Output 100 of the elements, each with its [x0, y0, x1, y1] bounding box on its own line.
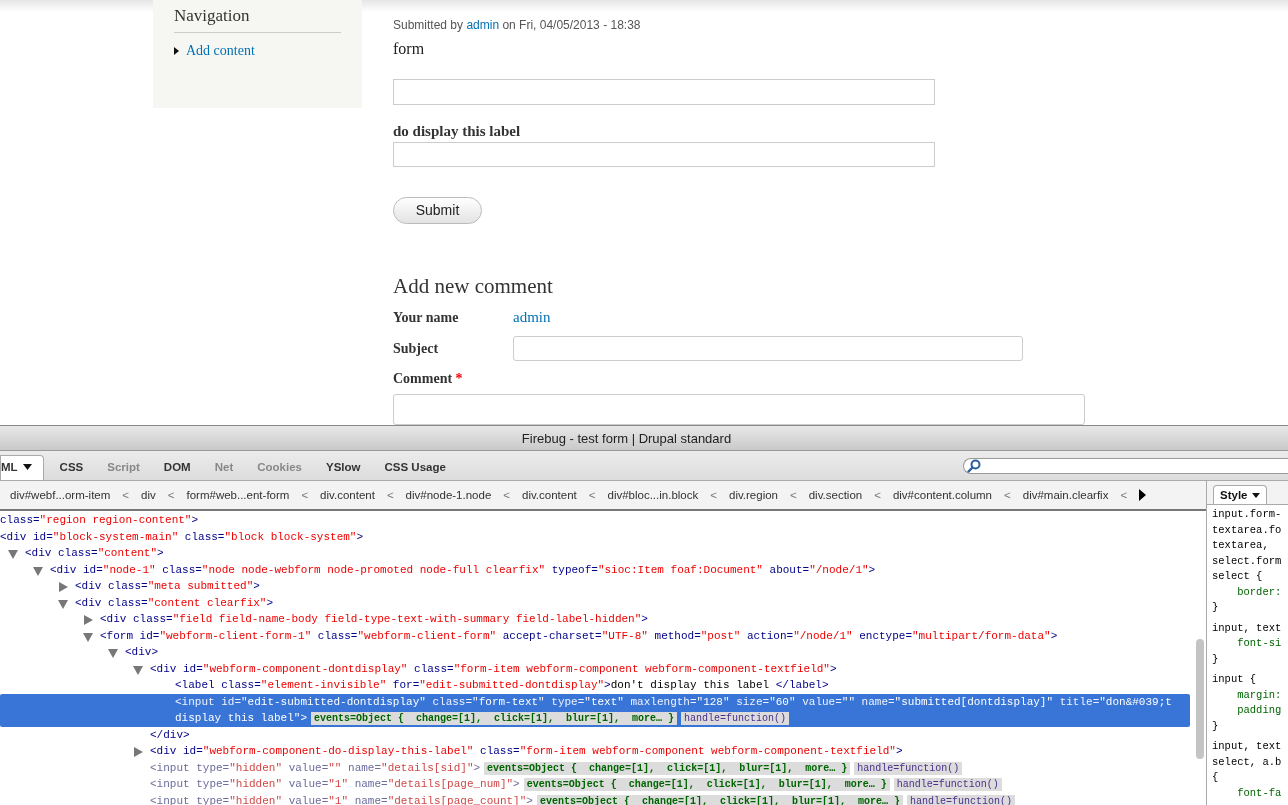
markup-line: <input type="hidden" value="" name="details[sid]">: [150, 761, 481, 774]
css-line: {: [1212, 770, 1220, 785]
scrollbar-thumb[interactable]: [1196, 639, 1204, 759]
field-label: Comment *: [393, 371, 463, 387]
breadcrumb-item[interactable]: div.content: [320, 489, 375, 501]
breadcrumb-item[interactable]: div: [141, 489, 156, 501]
breadcrumb-item[interactable]: div.content: [522, 489, 577, 501]
nav-link[interactable]: Add content: [186, 43, 255, 59]
side-panel-tab[interactable]: Style: [1213, 485, 1267, 504]
author-link[interactable]: admin: [466, 18, 500, 32]
event-tag[interactable]: handle=function(): [854, 761, 963, 775]
event-tag[interactable]: events=Object { change=[1], click=[1], blur=[1], more… }: [311, 712, 678, 725]
css-line: input.form-: [1212, 507, 1283, 522]
panel-tab[interactable]: ML: [0, 455, 44, 480]
expanded-triangle-icon[interactable]: [108, 648, 118, 658]
css-line: select {: [1212, 569, 1264, 584]
markup-line: class="region region-content">: [0, 514, 199, 526]
breadcrumb-separator: <: [873, 489, 882, 501]
triangle-bullet-icon: [174, 47, 179, 55]
breadcrumb-separator: <: [587, 489, 597, 501]
section-heading: Add new comment: [393, 274, 553, 299]
css-line: input, text: [1212, 739, 1283, 754]
field-label: Your name: [393, 309, 460, 326]
markup-line: <div id="node-1" class="node node-webform node-promoted node-full clearfix" typeof="sioc:Item foaf:Document" about="/node/1">: [50, 563, 876, 576]
event-tag[interactable]: events=Object { change=[1], click=[1], blur=[1], more… }: [484, 761, 851, 775]
markup-line: </div>: [150, 728, 190, 741]
selected-tree-row[interactable]: [0, 693, 1190, 727]
markup-line: <div class="meta submitted">: [75, 580, 260, 592]
collapsed-triangle-icon[interactable]: [83, 615, 93, 625]
panel-tab[interactable]: CSS Usage: [372, 455, 458, 480]
markup-line: <label class="element-invisible" for="edit-submitted-dontdisplay">don't display this label </label>: [175, 679, 829, 691]
window-title: Firebug - test form | Drupal standard: [0, 426, 1288, 451]
markup-line: display this label">: [175, 712, 308, 724]
breadcrumb-item[interactable]: div#content.column: [892, 489, 992, 501]
css-line: margin:: [1236, 687, 1283, 703]
expanded-triangle-icon[interactable]: [58, 598, 68, 609]
css-line: padding: [1236, 703, 1283, 718]
breadcrumb-separator: <: [300, 489, 310, 501]
markup-line: <div class="content">: [25, 547, 164, 559]
submit-button[interactable]: Submit: [393, 196, 482, 224]
expanded-triangle-icon[interactable]: [83, 631, 93, 642]
breadcrumb-item[interactable]: form#web...ent-form: [186, 489, 290, 501]
event-tag[interactable]: handle=function(): [681, 712, 790, 725]
caret-icon: [1251, 492, 1260, 498]
block-title: Navigation: [174, 6, 341, 33]
breadcrumb-item[interactable]: div#webf...orm-item: [10, 489, 111, 501]
breadcrumb-separator: <: [1003, 489, 1012, 501]
submitted-line: Submitted by admin on Fri, 04/05/2013 - 18:38: [393, 18, 641, 32]
breadcrumb-separator: <: [709, 489, 718, 501]
markup-line: <div id="webform-component-do-display-this-label" class="form-item webform-component webform-component-textfield">: [150, 745, 903, 757]
event-tag[interactable]: handle=function(): [893, 778, 1002, 791]
caret-icon: [22, 464, 32, 470]
css-line: font-fa: [1236, 785, 1283, 801]
panel-tab[interactable]: CSS: [47, 455, 96, 480]
author-link[interactable]: admin: [513, 309, 551, 326]
breadcrumb-separator: <: [789, 489, 798, 501]
expanded-triangle-icon[interactable]: [33, 565, 43, 576]
markup-line: <div class="field field-name-body field-type-text-with-summary field-label-hidden">: [100, 613, 648, 625]
subject-field[interactable]: [513, 336, 1023, 361]
input-field[interactable]: [393, 141, 935, 167]
breadcrumb-item[interactable]: div#main.clearfix: [1022, 489, 1109, 501]
markup-line: <input id="edit-submitted-dontdisplay" class="form-text" type="text" maxlength="128" size="60" value="" name="submitted[dontdisplay]" title="don&#039;t: [175, 695, 1172, 708]
event-tag[interactable]: events=Object { change=[1], click=[1], blur=[1], more… }: [536, 794, 903, 805]
css-line: input, text: [1212, 620, 1283, 636]
css-line: textarea.fo: [1212, 522, 1283, 538]
event-tag[interactable]: handle=function(): [906, 794, 1015, 805]
scroll-right-icon[interactable]: [1139, 489, 1147, 501]
breadcrumb-item[interactable]: div.section: [808, 489, 863, 501]
css-line: }: [1212, 718, 1220, 734]
expanded-triangle-icon[interactable]: [8, 549, 18, 559]
css-line: textarea,: [1212, 538, 1270, 553]
breadcrumb-separator: <: [121, 489, 131, 501]
markup-line: <div class="content clearfix">: [75, 596, 274, 609]
collapsed-triangle-icon[interactable]: [58, 582, 68, 592]
breadcrumb-item[interactable]: div#node-1.node: [405, 489, 492, 501]
css-line: border:: [1236, 584, 1283, 600]
form-title: form: [393, 40, 425, 58]
input-field[interactable]: [393, 79, 935, 105]
collapsed-triangle-icon[interactable]: [133, 747, 143, 757]
field-label: Subject: [393, 340, 440, 357]
search-icon: [967, 459, 981, 473]
css-line: select.form: [1212, 553, 1283, 569]
breadcrumb-separator: <: [166, 489, 176, 501]
breadcrumb-item[interactable]: div.region: [729, 489, 778, 501]
markup-line: <form id="webform-client-form-1" class="webform-client-form" accept-charset="UTF-8" method="post" action="/node/1" enctype="multipart/form-data">: [100, 629, 1058, 642]
css-line: select, a.b: [1212, 754, 1283, 770]
markup-line: <div id="webform-component-dontdisplay" class="form-item webform-component webform-component-textfield">: [150, 662, 837, 675]
event-tag[interactable]: events=Object { change=[1], click=[1], blur=[1], more… }: [523, 778, 890, 791]
field-label: do display this label: [393, 122, 521, 140]
markup-line: <div>: [125, 646, 158, 658]
expanded-triangle-icon[interactable]: [133, 664, 143, 675]
panel-tab[interactable]: YSlow: [314, 455, 373, 480]
markup-line: <input type="hidden" value="1" name="details[page_count]">: [150, 794, 533, 805]
markup-line: <input type="hidden" value="1" name="details[page_num]">: [150, 778, 520, 790]
css-line: input {: [1212, 672, 1258, 687]
css-line: }: [1212, 651, 1220, 667]
search-field[interactable]: [963, 458, 1288, 474]
breadcrumb-item[interactable]: div#bloc...in.block: [607, 489, 699, 501]
css-line: }: [1212, 600, 1220, 615]
panel-tab[interactable]: DOM: [151, 455, 203, 480]
